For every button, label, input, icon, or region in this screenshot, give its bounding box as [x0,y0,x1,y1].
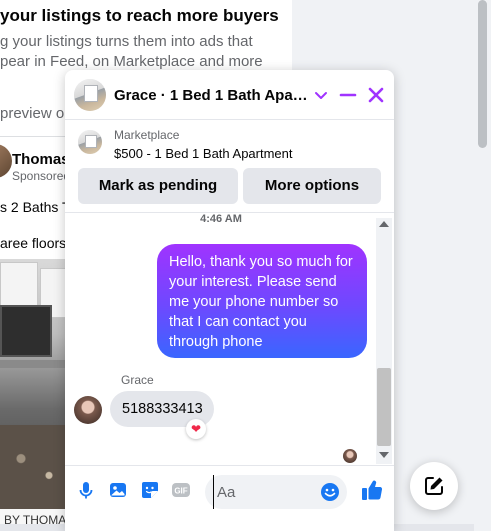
preview-link[interactable]: preview o [0,105,64,122]
message-input[interactable] [213,475,313,509]
close-icon[interactable] [366,85,386,105]
listing-thumbnail [78,130,102,154]
message-list: 4:46 AM Hello, thank you so much for you… [65,212,394,464]
heart-icon[interactable]: ❤ [186,419,206,439]
photo-counter [0,360,70,368]
scroll-down-arrow-icon[interactable] [379,452,389,458]
microphone-icon[interactable] [76,480,96,500]
emoji-icon[interactable] [320,482,340,502]
message-input-wrapper [205,475,347,509]
post-sponsored-label: Sponsored [12,169,71,183]
chat-header: Grace · 1 Bed 1 Bath Apart... [65,70,394,120]
promo-desc-line: pear in Feed, on Marketplace and more [0,53,263,70]
page-scrollbar-thumb[interactable] [478,0,487,148]
listing-info[interactable]: Marketplace $500 - 1 Bed 1 Bath Apartmen… [65,121,394,165]
gif-icon[interactable]: GIF [171,480,191,500]
post-author-name[interactable]: Thomas [12,151,70,168]
post-author-avatar[interactable] [0,144,12,178]
listing-title: $500 - 1 Bed 1 Bath Apartment [114,146,293,161]
promo-title: your listings to reach more buyers [0,6,279,25]
seen-indicator-avatar [343,449,357,463]
thumbs-up-icon[interactable] [360,478,384,502]
scroll-up-arrow-icon[interactable] [379,221,389,227]
sender-avatar[interactable] [74,396,102,424]
new-message-button[interactable] [410,462,458,510]
more-options-button[interactable]: More options [243,168,381,204]
chat-title[interactable]: Grace · 1 Bed 1 Bath Apart... [114,87,310,104]
listing-source: Marketplace [114,128,180,142]
svg-text:GIF: GIF [174,487,187,496]
new-message-icon [425,477,443,495]
promo-desc-line: g your listings turns them into ads that [0,33,253,50]
message-timestamp: 4:46 AM [200,213,242,225]
promo-description: g your listings turns them into ads that… [0,32,292,72]
message-scrollbar-thumb[interactable] [377,368,391,446]
post-text: s 2 Baths T [0,199,71,215]
mark-as-pending-button[interactable]: Mark as pending [78,168,238,204]
photo-granite [0,425,70,509]
apartment-thumbnail [74,79,106,111]
photo-icon[interactable] [108,480,128,500]
outgoing-message[interactable]: Hello, thank you so much for your intere… [157,244,367,358]
sticker-icon[interactable] [140,480,160,500]
photo-microwave [0,305,52,357]
chevron-down-icon[interactable] [313,87,329,103]
sender-name: Grace [121,373,154,387]
apartment-thumbnail [78,130,102,154]
minimize-icon[interactable] [338,85,358,105]
post-text: aree floors [0,235,67,251]
chat-window: Grace · 1 Bed 1 Bath Apart... Marketplac… [65,70,394,531]
message-composer: GIF [65,465,394,531]
listing-avatar[interactable] [74,79,106,111]
